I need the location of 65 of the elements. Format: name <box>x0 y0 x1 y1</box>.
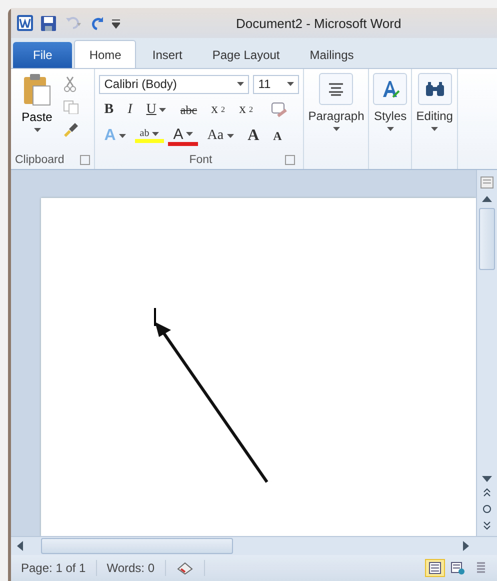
print-layout-icon <box>429 562 441 574</box>
font-format-button[interactable]: I <box>122 103 138 117</box>
window-title: Document2 - Microsoft Word <box>236 16 402 30</box>
scroll-up-icon[interactable] <box>482 196 492 202</box>
customize-menu-icon[interactable] <box>112 17 120 29</box>
font-format-button[interactable]: abc <box>175 104 202 116</box>
dialog-launcher-icon[interactable] <box>285 155 296 165</box>
redo-icon[interactable] <box>90 16 104 30</box>
font-format-button[interactable]: U <box>141 103 172 117</box>
word-logo-icon <box>17 15 33 31</box>
caret-icon <box>34 128 40 132</box>
binoculars-icon <box>424 81 445 97</box>
dialog-launcher-icon[interactable] <box>80 155 90 165</box>
web-layout-icon <box>476 562 486 574</box>
ribbon-group-button[interactable]: Paragraph <box>304 69 368 131</box>
scroll-thumb[interactable] <box>41 538 233 554</box>
text-cursor <box>154 308 156 326</box>
font-format-button[interactable]: B <box>99 103 119 117</box>
caret-icon <box>152 132 160 136</box>
format-painter-icon[interactable] <box>63 122 79 138</box>
ribbon-tab[interactable]: Home <box>74 40 136 68</box>
scroll-left-icon[interactable] <box>17 541 23 551</box>
group-label: Clipboard <box>15 154 64 166</box>
caret-icon <box>332 127 340 131</box>
page-count[interactable]: Page: 1 of 1 <box>11 560 97 576</box>
scissors-icon[interactable] <box>63 76 77 92</box>
browse-object-icon[interactable] <box>482 504 492 514</box>
styles-icon <box>380 79 400 99</box>
group-label: Font <box>189 154 212 166</box>
caret-icon <box>237 82 244 86</box>
caret-icon <box>118 134 126 138</box>
next-page-icon[interactable] <box>483 520 491 530</box>
caret-icon <box>186 132 194 136</box>
scroll-thumb[interactable] <box>479 208 495 270</box>
ribbon-tab[interactable]: File <box>13 42 72 68</box>
ribbon-tab[interactable]: Insert <box>138 42 196 68</box>
scroll-down-icon[interactable] <box>482 476 492 482</box>
caret-icon <box>226 134 234 138</box>
reading-view-icon <box>451 562 465 574</box>
clear-formatting-icon[interactable] <box>270 102 288 118</box>
ribbon-group-button[interactable]: Styles <box>369 69 412 131</box>
font-format-button[interactable]: x$^{2}$ <box>234 103 258 117</box>
caret-icon <box>431 127 438 131</box>
font-name-field[interactable]: Calibri (Body) <box>99 74 250 94</box>
font-format-button[interactable]: A <box>242 128 264 144</box>
font-size-field[interactable]: 11 <box>253 74 300 94</box>
ribbon-tab[interactable]: Page Layout <box>198 42 294 68</box>
font-format-button[interactable]: Aa <box>202 129 239 143</box>
proofing-icon[interactable] <box>176 561 194 575</box>
paste-button[interactable]: Paste <box>15 72 59 151</box>
previous-page-icon[interactable] <box>483 488 491 498</box>
ribbon-tab[interactable]: Mailings <box>296 42 368 68</box>
font-format-button[interactable]: ab <box>134 129 164 143</box>
ribbon-group-button[interactable]: Editing <box>412 69 457 131</box>
scroll-right-icon[interactable] <box>463 541 469 551</box>
font-format-button[interactable]: A <box>168 126 198 146</box>
caret-icon <box>386 127 394 131</box>
word-count[interactable]: Words: 0 <box>96 560 166 576</box>
view-button[interactable] <box>425 559 445 577</box>
save-icon[interactable] <box>41 16 56 30</box>
caret-icon <box>287 82 294 86</box>
paragraph-icon <box>328 82 344 96</box>
font-format-button[interactable]: A <box>268 130 287 142</box>
clipboard-icon <box>23 74 51 106</box>
caret-icon <box>159 108 166 112</box>
